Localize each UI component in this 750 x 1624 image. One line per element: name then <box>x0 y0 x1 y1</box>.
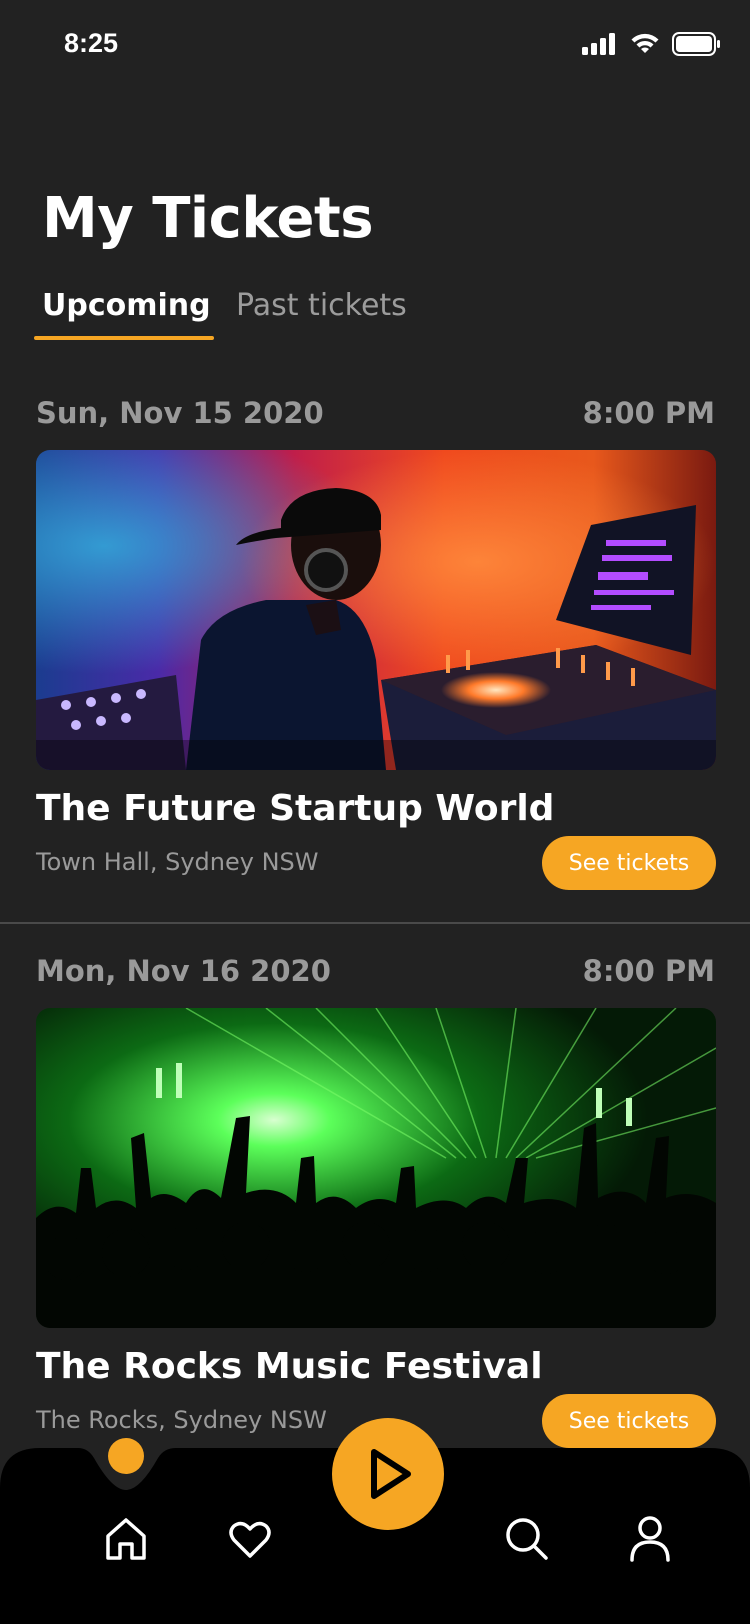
status-icons <box>582 32 720 56</box>
wifi-icon <box>631 33 659 53</box>
play-button[interactable] <box>332 1418 444 1530</box>
see-tickets-button[interactable]: See tickets <box>542 836 716 890</box>
event-date: Mon, Nov 16 2020 <box>36 954 331 988</box>
tab-past-tickets[interactable]: Past tickets <box>236 284 407 340</box>
user-icon[interactable] <box>626 1514 674 1562</box>
divider <box>0 922 750 924</box>
event-image-dj[interactable] <box>36 450 716 770</box>
event-title: The Rocks Music Festival <box>36 1346 543 1387</box>
signal-icon <box>582 33 615 55</box>
event-image-festival[interactable] <box>36 1008 716 1328</box>
status-time: 8:25 <box>64 28 119 58</box>
event-date: Sun, Nov 15 2020 <box>36 396 324 430</box>
event-title: The Future Startup World <box>36 788 555 829</box>
home-icon[interactable] <box>102 1514 150 1562</box>
event-venue: The Rocks, Sydney NSW <box>36 1406 327 1434</box>
status-bar: 8:25 <box>0 0 750 90</box>
search-icon[interactable] <box>502 1514 550 1562</box>
tabs: Upcoming Past tickets <box>34 284 734 342</box>
see-tickets-button[interactable]: See tickets <box>542 1394 716 1448</box>
tab-upcoming[interactable]: Upcoming <box>42 284 211 340</box>
active-nav-indicator <box>108 1438 144 1474</box>
page-title: My Tickets <box>42 186 374 251</box>
active-tab-indicator <box>34 336 214 340</box>
event-time: 8:00 PM <box>582 954 715 988</box>
event-venue: Town Hall, Sydney NSW <box>36 848 319 876</box>
battery-icon <box>672 32 720 56</box>
play-icon <box>371 1449 411 1499</box>
event-time: 8:00 PM <box>582 396 715 430</box>
heart-icon[interactable] <box>226 1514 274 1562</box>
